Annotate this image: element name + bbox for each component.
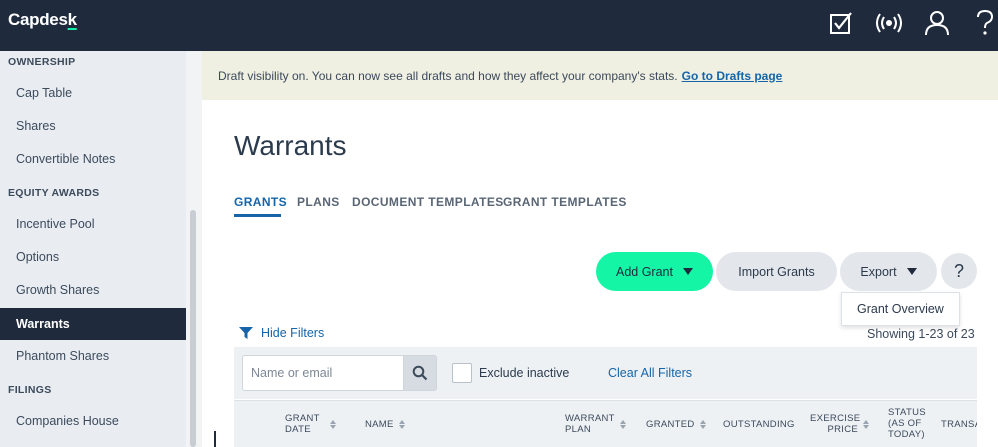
user-icon[interactable] <box>922 8 952 38</box>
sidebar-section-equity-awards: EQUITY AWARDS <box>8 187 100 199</box>
broadcast-icon[interactable] <box>874 8 904 38</box>
search-button[interactable] <box>403 355 437 391</box>
hide-filters-label: Hide Filters <box>261 326 325 340</box>
sidebar-item-options[interactable]: Options <box>0 241 186 273</box>
help-icon[interactable] <box>970 8 998 38</box>
tab-grant-templates[interactable]: GRANT TEMPLATES <box>503 195 627 209</box>
sidebar-item-shares[interactable]: Shares <box>0 110 186 142</box>
sidebar-item-phantom-shares[interactable]: Phantom Shares <box>0 340 186 372</box>
export-menu-grant-overview[interactable]: Grant Overview <box>841 292 960 326</box>
sidebar-item-companies-house[interactable]: Companies House <box>0 405 186 437</box>
go-to-drafts-link[interactable]: Go to Drafts page <box>682 69 783 83</box>
drafts-banner: Draft visibility on. You can now see all… <box>202 51 998 100</box>
column-label: NAME <box>365 419 394 430</box>
active-tab-indicator <box>234 214 281 217</box>
column-grant-date[interactable]: GRANT DATE <box>285 413 355 435</box>
column-outstanding[interactable]: OUTSTANDING <box>723 419 795 430</box>
tab-document-templates[interactable]: DOCUMENT TEMPLATES <box>352 195 504 209</box>
sidebar-item-convertible-notes[interactable]: Convertible Notes <box>0 143 186 175</box>
column-granted[interactable]: GRANTED <box>646 419 706 430</box>
clear-all-filters-link[interactable]: Clear All Filters <box>608 366 692 380</box>
sidebar-scrollbar-thumb[interactable] <box>190 210 196 447</box>
tab-plans[interactable]: PLANS <box>297 195 340 209</box>
column-warrant-plan[interactable]: WARRANT PLAN <box>565 413 626 435</box>
chevron-down-icon <box>682 268 693 275</box>
exclude-inactive-checkbox[interactable] <box>452 363 472 383</box>
search-input[interactable] <box>242 355 403 391</box>
results-count: Showing 1-23 of 23 <box>867 327 975 341</box>
column-label: GRANTED <box>646 419 695 430</box>
filter-icon <box>239 327 253 339</box>
sort-icon <box>620 419 626 429</box>
column-label: WARRANT PLAN <box>565 413 615 435</box>
column-label: STATUS (AS OF TODAY) <box>888 407 926 440</box>
import-grants-button[interactable]: Import Grants <box>716 252 837 291</box>
column-label: TRANSACTIONS <box>941 419 977 430</box>
column-status[interactable]: STATUS (AS OF TODAY) <box>888 407 928 440</box>
hide-filters-toggle[interactable]: Hide Filters <box>238 326 324 340</box>
column-label: GRANT DATE <box>285 413 320 435</box>
banner-text: Draft visibility on. You can now see all… <box>218 68 678 83</box>
page-title: Warrants <box>234 130 347 161</box>
column-transactions[interactable]: TRANSACTIONS <box>941 419 977 430</box>
sort-icon <box>863 419 869 429</box>
tasks-checkbox-icon[interactable] <box>826 8 856 38</box>
sidebar: OWNERSHIP Cap Table Shares Convertible N… <box>0 51 186 447</box>
capdesk-logo[interactable]: Capdesk <box>8 10 77 30</box>
sidebar-item-growth-shares[interactable]: Growth Shares <box>0 274 186 306</box>
exclude-inactive-label: Exclude inactive <box>479 366 570 380</box>
tab-grants[interactable]: GRANTS <box>234 195 287 209</box>
sidebar-item-incentive-pool[interactable]: Incentive Pool <box>0 208 186 240</box>
column-exercise-price[interactable]: EXERCISE PRICE <box>810 413 869 435</box>
search-icon <box>412 365 428 381</box>
sort-icon <box>330 419 336 429</box>
export-button[interactable]: Export <box>840 252 937 291</box>
column-name[interactable]: NAME <box>365 419 405 430</box>
column-label: EXERCISE PRICE <box>810 413 861 435</box>
export-label: Export <box>860 264 897 279</box>
chevron-down-icon <box>906 268 917 275</box>
sort-icon <box>699 420 706 429</box>
sort-icon <box>398 420 405 429</box>
add-grant-label: Add Grant <box>616 264 673 279</box>
sidebar-section-ownership: OWNERSHIP <box>8 56 76 68</box>
add-grant-button[interactable]: Add Grant <box>596 252 713 291</box>
sidebar-item-cap-table[interactable]: Cap Table <box>0 77 186 109</box>
column-label: OUTSTANDING <box>723 419 795 430</box>
top-navigation-bar: Capdesk <box>0 0 998 51</box>
help-button[interactable]: ? <box>941 253 977 289</box>
sidebar-section-filings: FILINGS <box>8 384 52 396</box>
sidebar-item-warrants[interactable]: Warrants <box>0 308 186 340</box>
text-cursor <box>214 431 216 447</box>
